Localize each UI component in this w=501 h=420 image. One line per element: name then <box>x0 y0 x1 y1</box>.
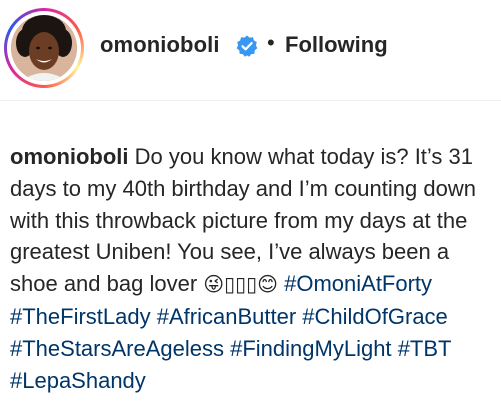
hashtag-link[interactable]: #FindingMyLight <box>230 336 391 361</box>
story-ring[interactable] <box>4 8 84 88</box>
header-divider <box>0 100 501 101</box>
caption-line-1: Do you know what today is? It’s <box>134 144 443 169</box>
post-header: omonioboli • Following <box>0 0 501 98</box>
avatar-image <box>11 15 77 81</box>
caption-username[interactable]: omonioboli <box>10 144 129 169</box>
post-caption: omonioboli Do you know what today is? It… <box>10 141 495 396</box>
verified-badge-icon <box>236 35 258 57</box>
hashtag-link[interactable]: #ChildOfGrace <box>302 304 448 329</box>
caption-emojis: 😜▯▯▯😊 <box>203 272 278 297</box>
hashtag-link[interactable]: #OmoniAtForty <box>284 271 432 296</box>
hashtag-link[interactable]: #LepaShandy <box>10 368 146 393</box>
post-username[interactable]: omonioboli <box>100 32 220 58</box>
hashtag-link[interactable]: #TheFirstLady <box>10 304 151 329</box>
header-separator: • <box>267 30 275 55</box>
hashtag-link[interactable]: #TheStarsAreAgeless <box>10 336 224 361</box>
hashtag-link[interactable]: #TBT <box>398 336 451 361</box>
avatar[interactable] <box>11 15 77 81</box>
hashtag-link[interactable]: #AfricanButter <box>157 304 296 329</box>
following-button[interactable]: Following <box>285 32 388 58</box>
avatar-gap <box>7 11 81 85</box>
